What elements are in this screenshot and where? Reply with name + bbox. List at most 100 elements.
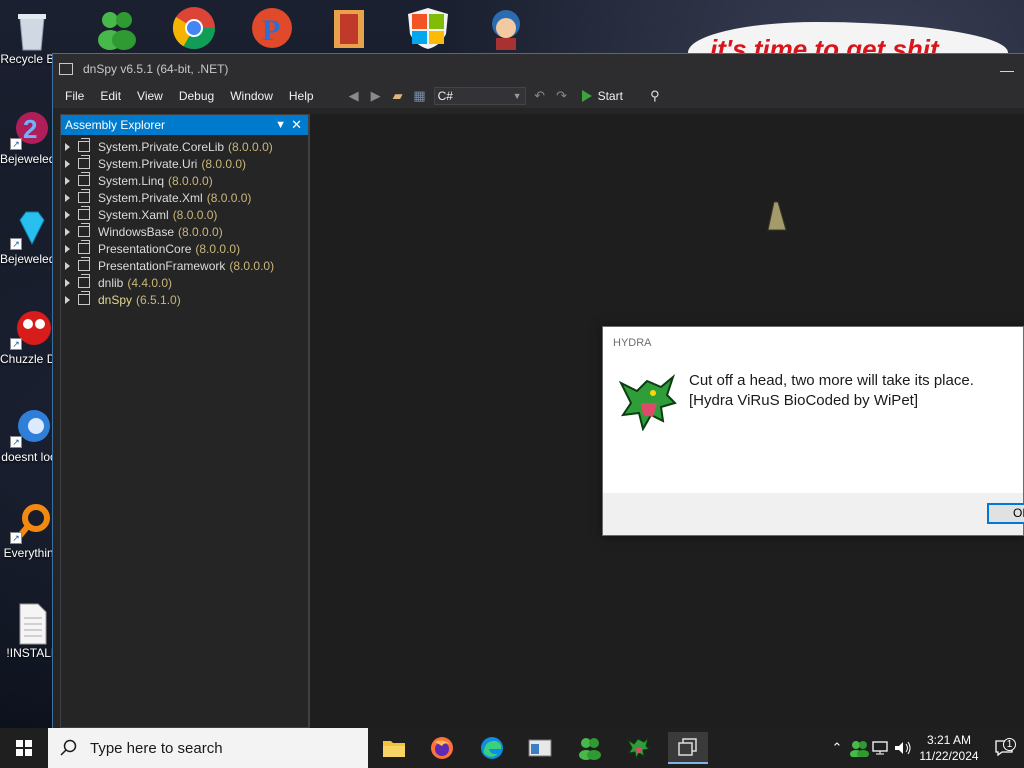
dnspy-titlebar[interactable]: dnSpy v6.5.1 (64-bit, .NET) —: [53, 54, 1024, 84]
assembly-row[interactable]: PresentationFramework (8.0.0.0): [61, 257, 308, 274]
assembly-row[interactable]: WindowsBase (8.0.0.0): [61, 223, 308, 240]
dialog-message: Cut off a head, two more will take its p…: [689, 372, 974, 409]
menu-window[interactable]: Window: [222, 84, 281, 108]
taskbar-file-explorer[interactable]: [374, 732, 414, 764]
chevron-down-icon: ▼: [512, 91, 522, 101]
taskbar-hydra[interactable]: [618, 732, 658, 764]
magnifier-icon: ↗: [10, 502, 52, 544]
messenger-icon[interactable]: [92, 6, 140, 50]
taskbar-edge[interactable]: [472, 732, 512, 764]
notification-count-badge: 1: [1003, 738, 1016, 751]
assembly-icon: [78, 223, 90, 237]
dnspy-app-icon: [59, 63, 73, 75]
hydra-dialog[interactable]: HYDRA Cut off a head, two more will take…: [602, 326, 1024, 536]
window-app-icon: [528, 739, 552, 757]
notification-center-button[interactable]: 1: [984, 738, 1024, 757]
cursor-icon: [767, 201, 787, 231]
undo-icon[interactable]: ↶: [532, 88, 548, 104]
dragon-icon: [626, 736, 650, 760]
assembly-explorer-header: Assembly Explorer ▼ ✕: [61, 115, 308, 135]
assembly-icon: [78, 291, 90, 305]
expand-icon[interactable]: [65, 176, 70, 185]
chrome-icon[interactable]: [170, 6, 218, 50]
bejeweled-2-icon: 2 ↗: [10, 108, 52, 150]
start-button[interactable]: [0, 728, 48, 768]
bird-icon: ↗: [10, 406, 52, 448]
chevron-up-icon[interactable]: ⌃: [826, 740, 848, 756]
expand-icon[interactable]: [65, 261, 70, 270]
shortcut-arrow-icon: ↗: [10, 532, 22, 544]
book-icon[interactable]: [326, 6, 374, 50]
svg-text:P: P: [262, 14, 280, 47]
dialog-body: Cut off a head, two more will take its p…: [603, 359, 1023, 493]
menu-edit[interactable]: Edit: [92, 84, 129, 108]
assembly-row[interactable]: System.Xaml (8.0.0.0): [61, 206, 308, 223]
search-icon[interactable]: ⚲: [647, 88, 663, 104]
assembly-icon: [78, 172, 90, 186]
windows-shield-icon[interactable]: [404, 6, 452, 50]
taskbar-firefox[interactable]: [422, 732, 462, 764]
text-document-icon: [12, 602, 52, 645]
navigate-forward-icon[interactable]: ▶: [368, 88, 384, 104]
expand-icon[interactable]: [65, 159, 70, 168]
assembly-icon: [78, 189, 90, 203]
assembly-icon: [78, 138, 90, 152]
dragon-icon: [618, 373, 677, 431]
assembly-row[interactable]: System.Private.Xml (8.0.0.0): [61, 189, 308, 206]
network-icon[interactable]: [870, 739, 892, 757]
open-folder-icon[interactable]: ▰: [390, 88, 406, 104]
expand-icon[interactable]: [65, 278, 70, 287]
expand-icon[interactable]: [65, 295, 70, 304]
assembly-row[interactable]: System.Private.CoreLib (8.0.0.0): [61, 138, 308, 155]
menu-file[interactable]: File: [57, 84, 92, 108]
expand-icon[interactable]: [65, 193, 70, 202]
save-all-icon[interactable]: ▦: [412, 88, 428, 104]
panel-close-icon[interactable]: ✕: [291, 115, 302, 135]
system-tray: ⌃ 3:21 AM 11/22/2024 1: [826, 728, 1024, 768]
menu-bar: File Edit View Debug Window Help ◀ ▶ ▰ ▦…: [53, 84, 1024, 108]
language-select[interactable]: C# ▼: [433, 87, 526, 105]
assembly-row[interactable]: dnlib (4.4.0.0): [61, 274, 308, 291]
navigate-back-icon[interactable]: ◀: [346, 88, 362, 104]
messenger-tray-icon[interactable]: [848, 739, 870, 757]
expand-icon[interactable]: [65, 227, 70, 236]
taskbar-search[interactable]: Type here to search: [48, 728, 368, 768]
peggle-icon[interactable]: P: [248, 6, 296, 50]
assembly-icon: [78, 274, 90, 288]
menu-help[interactable]: Help: [281, 84, 322, 108]
ok-button[interactable]: OK: [987, 503, 1024, 524]
shortcut-arrow-icon: ↗: [10, 338, 22, 350]
character-game-icon[interactable]: [482, 6, 530, 50]
folder-icon: [383, 741, 405, 757]
assembly-row[interactable]: PresentationCore (8.0.0.0): [61, 240, 308, 257]
diamond-icon: ↗: [10, 208, 52, 250]
taskbar-dnspy[interactable]: [668, 732, 708, 764]
toolbar: ◀ ▶ ▰ ▦ C# ▼ ↶ ↷ Start ⚲: [346, 87, 663, 105]
taskbar-clock[interactable]: 3:21 AM 11/22/2024: [914, 732, 984, 764]
expand-icon[interactable]: [65, 142, 70, 151]
assembly-row[interactable]: dnSpy (6.5.1.0): [61, 291, 308, 308]
play-icon: [581, 90, 592, 102]
assembly-row[interactable]: System.Private.Uri (8.0.0.0): [61, 155, 308, 172]
menu-debug[interactable]: Debug: [171, 84, 222, 108]
dialog-title: HYDRA: [603, 327, 1023, 359]
assembly-row[interactable]: System.Linq (8.0.0.0): [61, 172, 308, 189]
expand-icon[interactable]: [65, 210, 70, 219]
taskbar-window-app[interactable]: [520, 732, 560, 764]
panel-dropdown-icon[interactable]: ▼: [275, 115, 286, 135]
shortcut-arrow-icon: ↗: [10, 436, 22, 448]
dnspy-app-icon: [678, 738, 697, 756]
menu-view[interactable]: View: [129, 84, 171, 108]
firefox-icon: [431, 737, 453, 759]
assembly-icon: [78, 206, 90, 220]
svg-text:2: 2: [23, 114, 37, 144]
assembly-icon: [78, 240, 90, 254]
window-title: dnSpy v6.5.1 (64-bit, .NET): [83, 62, 229, 76]
volume-icon[interactable]: [892, 739, 914, 757]
redo-icon[interactable]: ↷: [554, 88, 570, 104]
taskbar-messenger[interactable]: [570, 732, 610, 764]
messenger-icon: [579, 738, 601, 760]
expand-icon[interactable]: [65, 244, 70, 253]
start-debug-button[interactable]: Start: [581, 89, 623, 103]
minimize-button[interactable]: —: [1000, 62, 1014, 78]
